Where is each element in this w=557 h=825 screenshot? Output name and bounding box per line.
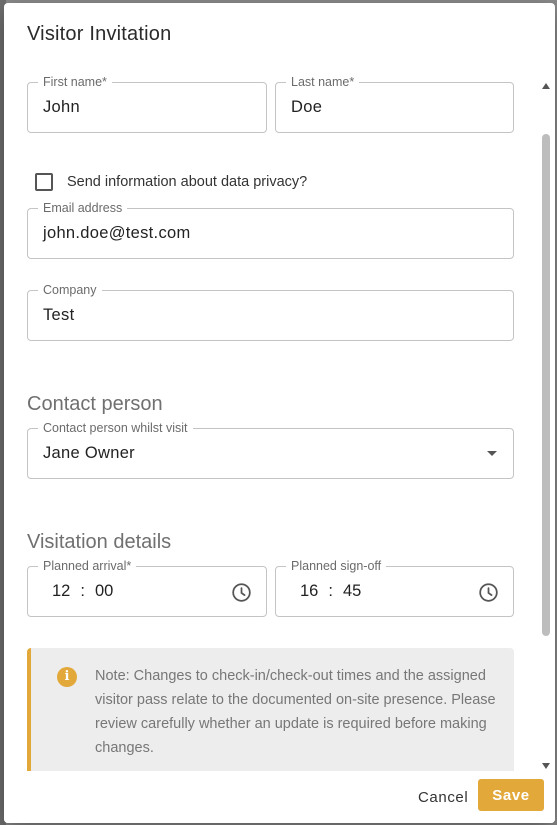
- planned-arrival-label: Planned arrival*: [38, 559, 137, 573]
- planned-arrival-minute[interactable]: 00: [95, 582, 113, 601]
- contact-person-select[interactable]: Contact person whilst visit Jane Owner: [27, 421, 514, 479]
- last-name-label: Last name*: [286, 75, 360, 89]
- email-field[interactable]: Email address john.doe@test.com: [27, 201, 514, 259]
- scroll-up-arrow-icon[interactable]: [542, 83, 550, 89]
- planned-signoff-hour[interactable]: 16: [300, 582, 318, 601]
- scrollbar-thumb[interactable]: [542, 134, 550, 636]
- cancel-button[interactable]: Cancel: [410, 785, 476, 810]
- first-name-field[interactable]: First name* John: [27, 75, 267, 133]
- email-value[interactable]: john.doe@test.com: [43, 224, 191, 243]
- note-box: i Note: Changes to check-in/check-out ti…: [27, 648, 514, 771]
- dropdown-arrow-icon[interactable]: [487, 451, 497, 456]
- contact-person-label: Contact person whilst visit: [38, 421, 193, 435]
- dialog-content: First name* John Last name* Doe Send inf…: [4, 63, 555, 771]
- dialog-title: Visitor Invitation: [27, 23, 172, 45]
- note-text: Note: Changes to check-in/check-out time…: [95, 668, 496, 756]
- last-name-value[interactable]: Doe: [291, 98, 322, 117]
- privacy-checkbox[interactable]: [35, 173, 53, 191]
- email-label: Email address: [38, 201, 128, 215]
- company-value[interactable]: Test: [43, 306, 74, 325]
- planned-signoff-minute[interactable]: 45: [343, 582, 361, 601]
- first-name-value[interactable]: John: [43, 98, 80, 117]
- time-separator: :: [80, 582, 85, 600]
- privacy-checkbox-label[interactable]: Send information about data privacy?: [67, 174, 307, 190]
- company-label: Company: [38, 283, 102, 297]
- clock-icon[interactable]: [231, 582, 252, 603]
- info-icon: i: [57, 667, 77, 687]
- contact-person-value: Jane Owner: [43, 444, 135, 462]
- company-field[interactable]: Company Test: [27, 283, 514, 341]
- save-button[interactable]: Save: [478, 779, 544, 811]
- planned-signoff-label: Planned sign-off: [286, 559, 387, 573]
- visitation-details-heading: Visitation details: [27, 531, 172, 553]
- planned-arrival-hour[interactable]: 12: [52, 582, 70, 601]
- scrollbar[interactable]: [541, 75, 551, 775]
- time-separator: :: [328, 582, 333, 600]
- planned-arrival-time[interactable]: 12 : 00: [52, 582, 113, 601]
- planned-signoff-field[interactable]: Planned sign-off 16 : 45: [275, 559, 514, 617]
- privacy-checkbox-row[interactable]: Send information about data privacy?: [35, 173, 307, 191]
- clock-icon[interactable]: [478, 582, 499, 603]
- planned-arrival-field[interactable]: Planned arrival* 12 : 00: [27, 559, 267, 617]
- visitor-invitation-dialog: Visitor Invitation First name* John Last…: [4, 3, 555, 823]
- last-name-field[interactable]: Last name* Doe: [275, 75, 514, 133]
- dialog-footer: Cancel Save: [4, 771, 555, 823]
- contact-person-heading: Contact person: [27, 393, 163, 415]
- planned-signoff-time[interactable]: 16 : 45: [300, 582, 361, 601]
- first-name-label: First name*: [38, 75, 112, 89]
- scroll-down-arrow-icon[interactable]: [542, 763, 550, 769]
